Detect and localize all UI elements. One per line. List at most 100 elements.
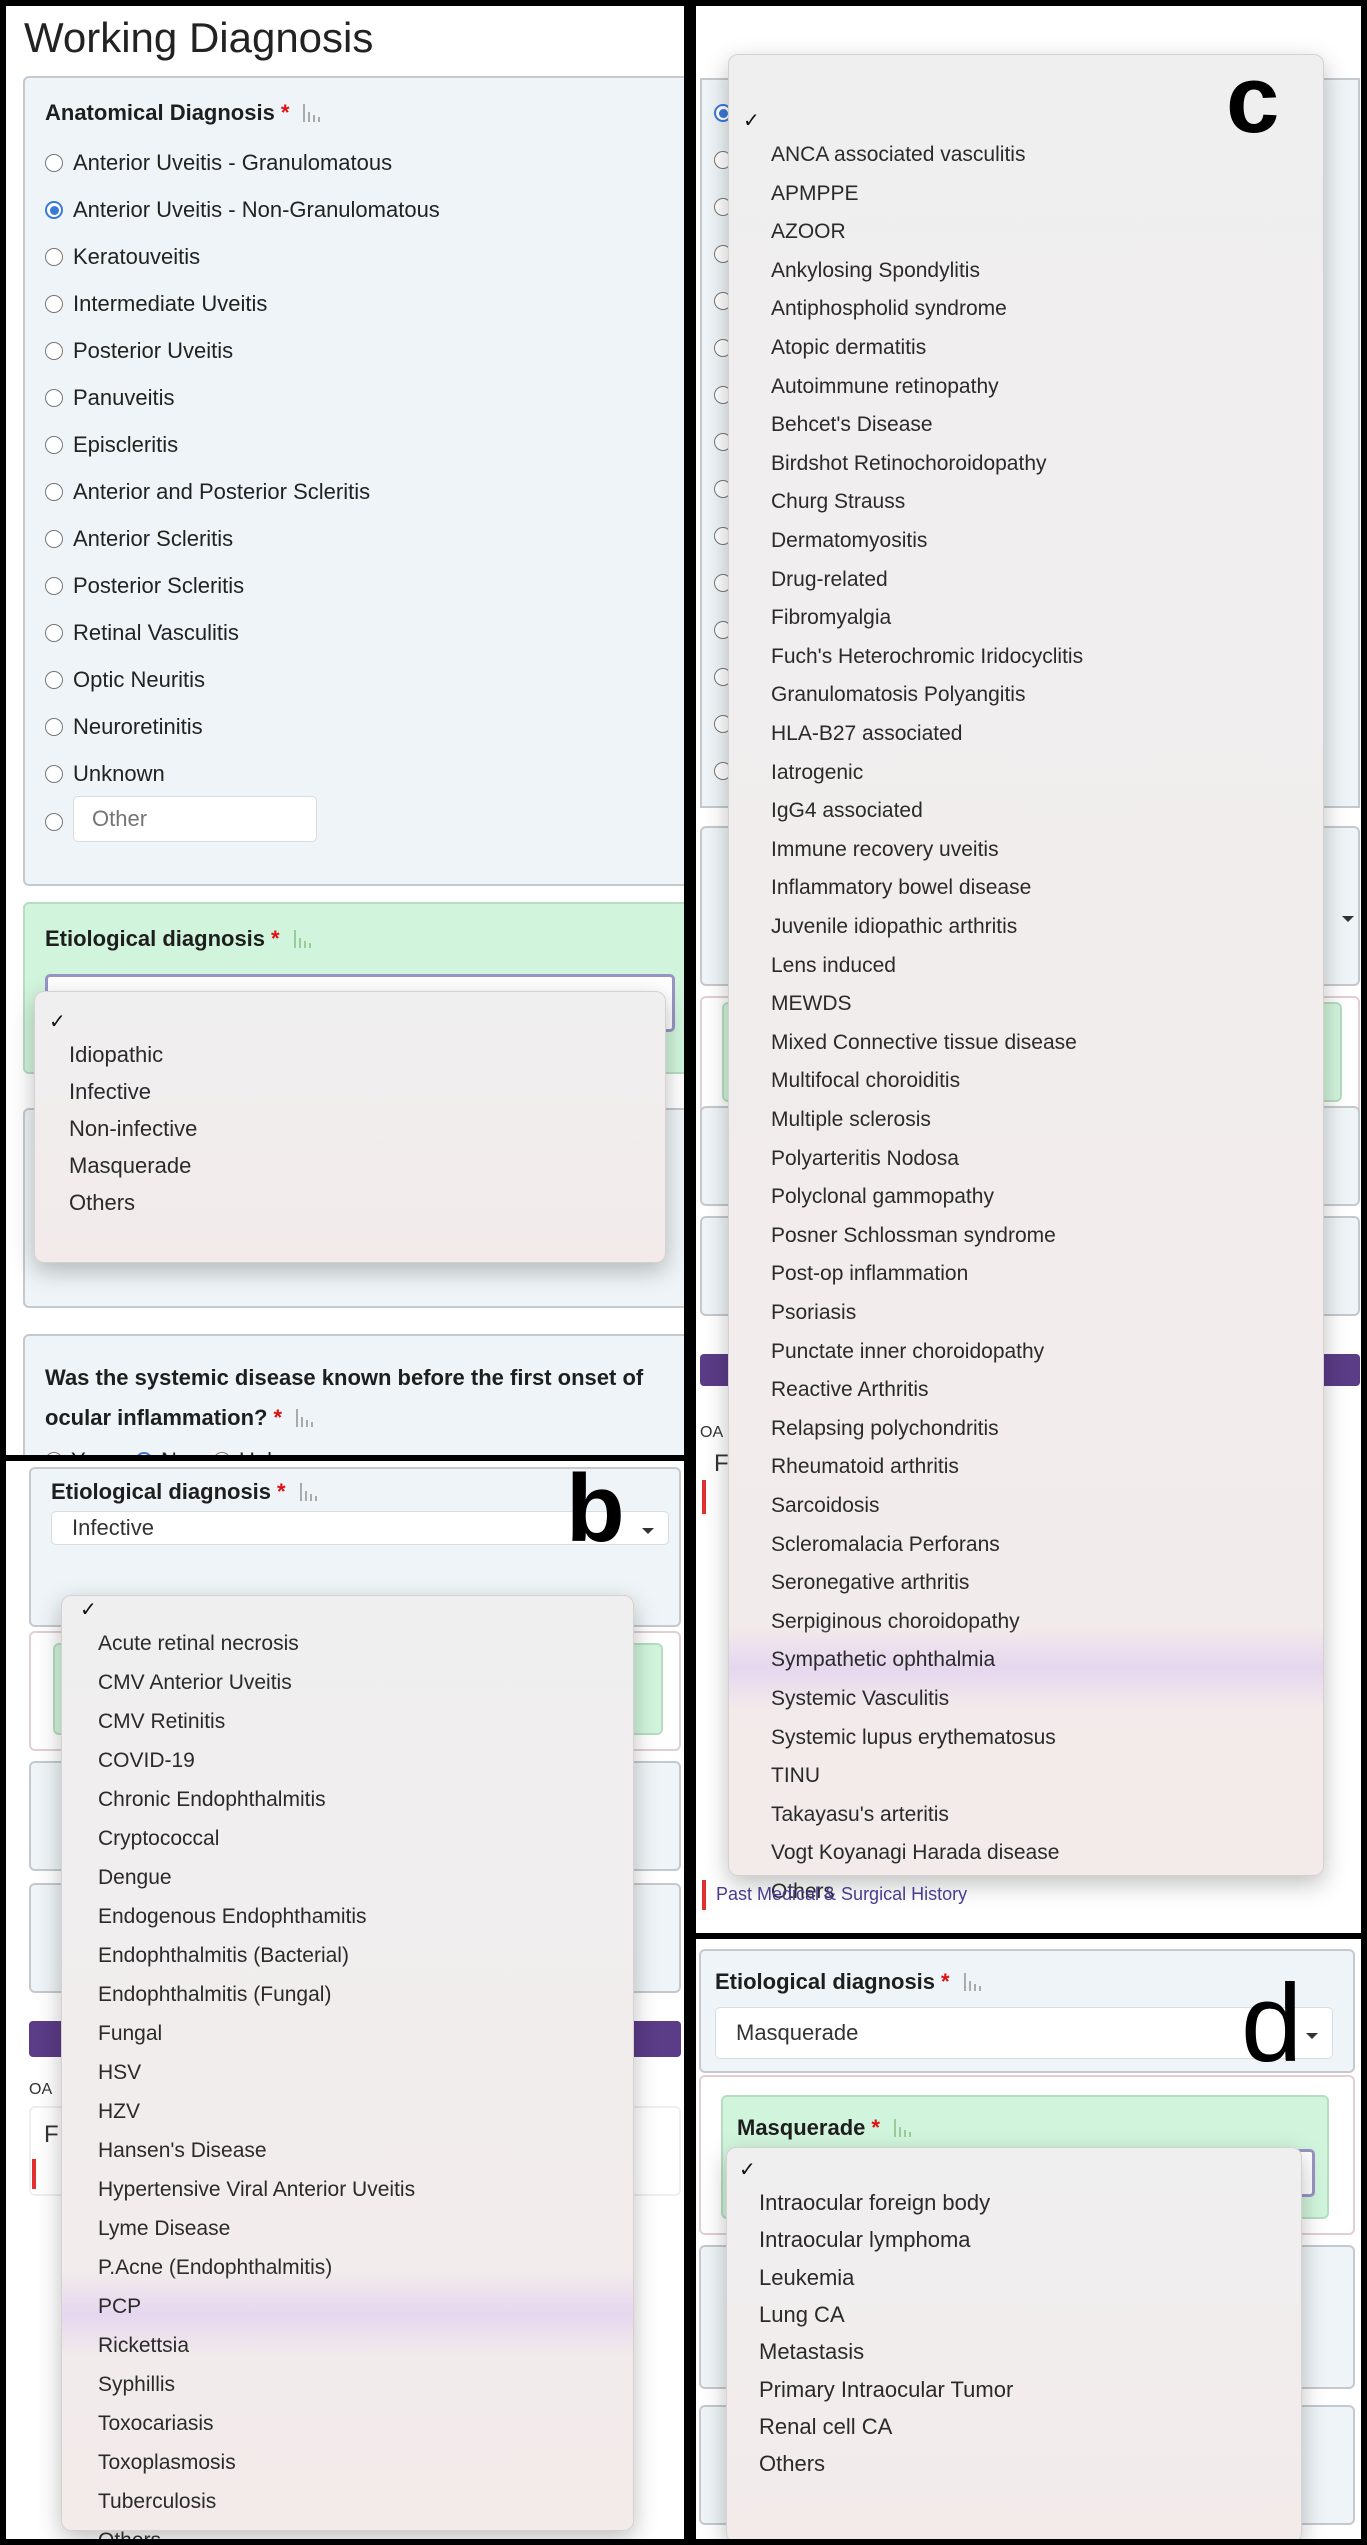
dropdown-option[interactable]: Non-infective: [69, 1116, 197, 1142]
radio-button[interactable]: [45, 718, 63, 736]
radio-button[interactable]: [45, 765, 63, 783]
dropdown-option[interactable]: CMV Anterior Uveitis: [98, 1671, 292, 1695]
dropdown-option[interactable]: MEWDS: [771, 992, 852, 1016]
dropdown-option[interactable]: Drug-related: [771, 568, 888, 592]
dropdown-option[interactable]: APMPPE: [771, 182, 859, 206]
dropdown-option[interactable]: Leukemia: [759, 2265, 854, 2291]
dropdown-option[interactable]: Masquerade: [69, 1153, 191, 1179]
dropdown-option[interactable]: Sympathetic ophthalmia: [771, 1648, 995, 1672]
radio-button[interactable]: [45, 577, 63, 595]
stats-icon[interactable]: [299, 1483, 322, 1501]
radio-label[interactable]: Episcleritis: [73, 432, 178, 458]
dropdown-option[interactable]: AZOOR: [771, 220, 846, 244]
dropdown-option[interactable]: Mixed Connective tissue disease: [771, 1031, 1077, 1055]
dropdown-option[interactable]: Behcet's Disease: [771, 413, 933, 437]
radio-button[interactable]: [45, 483, 63, 501]
dropdown-option[interactable]: Birdshot Retinochoroidopathy: [771, 452, 1047, 476]
radio-button[interactable]: [45, 389, 63, 407]
past-medical-history-link[interactable]: Past Medical & Surgical History: [716, 1884, 967, 1905]
dropdown-option[interactable]: Acute retinal necrosis: [98, 1632, 299, 1656]
dropdown-option[interactable]: Takayasu's arteritis: [771, 1803, 949, 1827]
radio-button[interactable]: [45, 295, 63, 313]
dropdown-option[interactable]: HZV: [98, 2100, 140, 2124]
dropdown-option[interactable]: COVID-19: [98, 1749, 195, 1773]
dropdown-option[interactable]: HLA-B27 associated: [771, 722, 962, 746]
stats-icon[interactable]: [293, 930, 316, 948]
dropdown-option[interactable]: Posner Schlossman syndrome: [771, 1224, 1056, 1248]
dropdown-option[interactable]: Infective: [69, 1079, 151, 1105]
radio-label[interactable]: Neuroretinitis: [73, 714, 203, 740]
radio-label[interactable]: Posterior Scleritis: [73, 573, 244, 599]
dropdown-option[interactable]: Scleromalacia Perforans: [771, 1533, 1000, 1557]
radio-label[interactable]: Intermediate Uveitis: [73, 291, 267, 317]
dropdown-option[interactable]: Others: [98, 2529, 161, 2539]
dropdown-option[interactable]: TINU: [771, 1764, 820, 1788]
dropdown-option[interactable]: Metastasis: [759, 2339, 864, 2365]
dropdown-option[interactable]: Lung CA: [759, 2302, 845, 2328]
dropdown-option[interactable]: Toxocariasis: [98, 2412, 214, 2436]
dropdown-option[interactable]: Multifocal choroiditis: [771, 1069, 960, 1093]
dropdown-option[interactable]: Fibromyalgia: [771, 606, 891, 630]
dropdown-option[interactable]: IgG4 associated: [771, 799, 923, 823]
dropdown-option[interactable]: Polyarteritis Nodosa: [771, 1147, 959, 1171]
dropdown-option[interactable]: Polyclonal gammopathy: [771, 1185, 994, 1209]
dropdown-option[interactable]: Intraocular lymphoma: [759, 2227, 971, 2253]
radio-label[interactable]: Posterior Uveitis: [73, 338, 233, 364]
radio-label[interactable]: Anterior Scleritis: [73, 526, 233, 552]
radio-label[interactable]: Keratouveitis: [73, 244, 200, 270]
dropdown-option[interactable]: Granulomatosis Polyangitis: [771, 683, 1025, 707]
dropdown-option[interactable]: Others: [759, 2451, 825, 2477]
dropdown-option[interactable]: Relapsing polychondritis: [771, 1417, 999, 1441]
radio-button[interactable]: [45, 342, 63, 360]
radio-other[interactable]: [45, 813, 63, 831]
dropdown-option[interactable]: Fungal: [98, 2022, 162, 2046]
dropdown-option[interactable]: Idiopathic: [69, 1042, 163, 1068]
dropdown-option[interactable]: Vogt Koyanagi Harada disease: [771, 1841, 1059, 1865]
dropdown-option[interactable]: Systemic Vasculitis: [771, 1687, 949, 1711]
radio-button[interactable]: [45, 201, 63, 219]
dropdown-option[interactable]: ANCA associated vasculitis: [771, 143, 1025, 167]
radio-label[interactable]: Anterior Uveitis - Granulomatous: [73, 150, 392, 176]
dropdown-option[interactable]: Ankylosing Spondylitis: [771, 259, 980, 283]
stats-icon[interactable]: [303, 104, 325, 122]
dropdown-option[interactable]: Juvenile idiopathic arthritis: [771, 915, 1017, 939]
dropdown-option[interactable]: Reactive Arthritis: [771, 1378, 929, 1402]
dropdown-option[interactable]: Dengue: [98, 1866, 172, 1890]
dropdown-option[interactable]: Immune recovery uveitis: [771, 838, 999, 862]
stats-icon[interactable]: [893, 2119, 916, 2137]
radio-button[interactable]: [45, 671, 63, 689]
dropdown-option[interactable]: Autoimmune retinopathy: [771, 375, 999, 399]
stats-icon[interactable]: [296, 1409, 318, 1427]
dropdown-option[interactable]: Hansen's Disease: [98, 2139, 267, 2163]
dropdown-option[interactable]: Systemic lupus erythematosus: [771, 1726, 1056, 1750]
dropdown-option[interactable]: Others: [69, 1190, 135, 1216]
dropdown-option[interactable]: Multiple sclerosis: [771, 1108, 931, 1132]
dropdown-option[interactable]: Psoriasis: [771, 1301, 856, 1325]
dropdown-option[interactable]: PCP: [98, 2295, 141, 2319]
dropdown-option[interactable]: Rheumatoid arthritis: [771, 1455, 959, 1479]
other-input[interactable]: [73, 796, 317, 842]
radio-label[interactable]: Optic Neuritis: [73, 667, 205, 693]
dropdown-option[interactable]: Syphillis: [98, 2373, 175, 2397]
dropdown-option[interactable]: HSV: [98, 2061, 141, 2085]
dropdown-option[interactable]: Atopic dermatitis: [771, 336, 926, 360]
dropdown-option[interactable]: Inflammatory bowel disease: [771, 876, 1031, 900]
dropdown-option[interactable]: Post-op inflammation: [771, 1262, 968, 1286]
radio-label[interactable]: Retinal Vasculitis: [73, 620, 239, 646]
dropdown-option[interactable]: Lens induced: [771, 954, 896, 978]
dropdown-option[interactable]: Iatrogenic: [771, 761, 863, 785]
dropdown-option[interactable]: Chronic Endophthalmitis: [98, 1788, 326, 1812]
dropdown-option[interactable]: Churg Strauss: [771, 490, 905, 514]
dropdown-option[interactable]: CMV Retinitis: [98, 1710, 225, 1734]
dropdown-option[interactable]: Hypertensive Viral Anterior Uveitis: [98, 2178, 415, 2202]
dropdown-option[interactable]: Cryptococcal: [98, 1827, 219, 1851]
radio-button[interactable]: [45, 248, 63, 266]
dropdown-option[interactable]: Endophthalmitis (Bacterial): [98, 1944, 349, 1968]
dropdown-option[interactable]: Rickettsia: [98, 2334, 189, 2358]
dropdown-option[interactable]: Intraocular foreign body: [759, 2190, 990, 2216]
dropdown-option[interactable]: Lyme Disease: [98, 2217, 230, 2241]
radio-button[interactable]: [45, 436, 63, 454]
radio-label[interactable]: Anterior Uveitis - Non-Granulomatous: [73, 197, 440, 223]
radio-button[interactable]: [45, 530, 63, 548]
dropdown-option[interactable]: Toxoplasmosis: [98, 2451, 236, 2475]
